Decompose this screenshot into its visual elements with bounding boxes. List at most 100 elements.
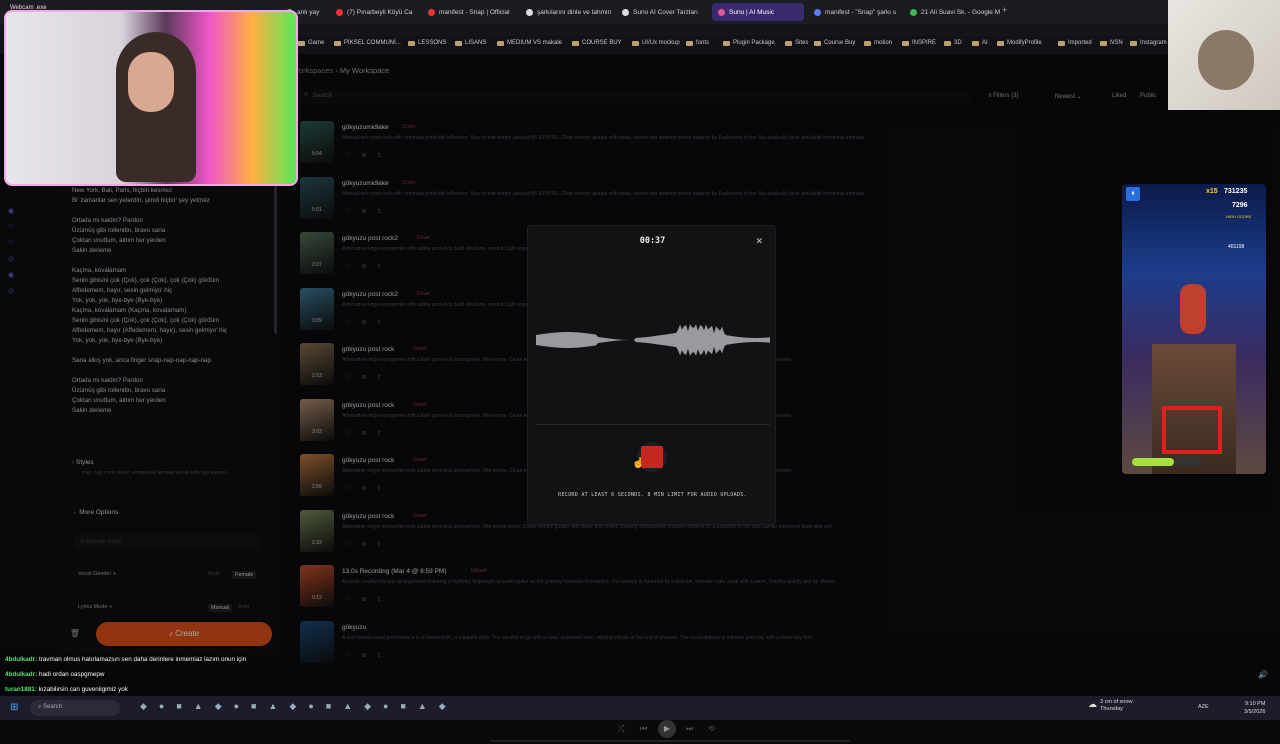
folder-icon (632, 40, 639, 46)
bookmark-item[interactable]: LESSONS (408, 40, 446, 46)
bookmark-label: INSPIRE (912, 40, 937, 46)
bookmark-label: Course Buy (824, 40, 856, 46)
bookmark-label: AI (982, 40, 988, 46)
bookmark-item[interactable]: 3D (944, 40, 962, 46)
high-score-label: HIGH SCORE (1226, 214, 1252, 219)
tab-favicon-icon (910, 8, 917, 16)
folder-icon (1058, 40, 1065, 46)
cat-body (1198, 30, 1254, 90)
bookmark-item[interactable]: INSPIRE (902, 40, 936, 46)
windows-taskbar: ⊞ ⌕ Search ◆●■▲◆●■▲◆●■▲◆●■▲◆ ☁ 3 cm of s… (0, 696, 1280, 720)
bookmark-item[interactable]: PİKSEL COMMUNİ... (334, 40, 401, 46)
cloud-icon: ☁ (1088, 699, 1097, 709)
folder-icon (572, 40, 579, 46)
bookmark-item[interactable]: MEDIUM VS makale (497, 40, 562, 46)
tab-label: 21 Ali Suavi Sk. - Google M (921, 8, 1000, 16)
play-button[interactable]: ▶ (658, 720, 676, 738)
bookmark-label: Plugin Package (733, 40, 775, 46)
folder-icon (334, 40, 341, 46)
weather-widget[interactable]: ☁ 3 cm of snow Thursday (1088, 699, 1132, 713)
game-multiplier: x15 (1206, 188, 1218, 195)
close-icon[interactable]: ✕ (755, 236, 763, 247)
game-score: 731235 (1224, 188, 1248, 195)
subway-surfers-game: ⏸ x15 731235 7296 HIGH SCORE 401198 (1122, 184, 1266, 474)
taskbar-apps[interactable]: ◆●■▲◆●■▲◆●■▲◆●■▲◆ (140, 701, 458, 712)
bookmark-label: LESSONS (418, 40, 447, 46)
recording-hint: RECORD AT LEAST 6 SECONDS. 8 MIN LIMIT F… (558, 492, 747, 498)
chat-text: kızabilirsin can guvenligimiz yok (38, 686, 128, 693)
bookmark-item[interactable]: fonts (686, 40, 709, 46)
chat-text: travman olmus hatırlamazsın sen daha der… (38, 656, 247, 663)
record-audio-modal: 00:37 ✕ ☝ RECORD AT LEAST 6 SECONDS. 8 M… (527, 225, 776, 525)
bookmark-label: ModifyProfile (1007, 40, 1042, 46)
bookmark-label: motion (874, 40, 893, 46)
waveform-shape (536, 324, 770, 356)
browser-tab[interactable]: Suno AI Cover Tarzları (616, 3, 708, 21)
bookmark-label: MEDIUM VS makale (507, 40, 563, 46)
browser-tab[interactable]: manifest - Snap | Official (422, 3, 516, 21)
bookmark-item[interactable]: Course Buy (814, 40, 855, 46)
weather-day: Thursday (1100, 706, 1123, 712)
folder-icon (972, 40, 979, 46)
tab-label: Suno | AI Music (729, 8, 775, 16)
new-tab-icon[interactable]: + (1002, 5, 1007, 15)
bookmark-label: COURSE BUY (582, 40, 622, 46)
webcam-overlay (4, 10, 298, 186)
next-icon[interactable]: ⏭ (686, 724, 693, 734)
folder-icon (455, 40, 462, 46)
folder-icon (408, 40, 415, 46)
folder-icon (497, 40, 504, 46)
chat-message: 4bdulkadr: hadi ordan oaspgmepw (0, 667, 300, 682)
tab-label: şarkılarını dinle ve tahmin (537, 8, 612, 16)
folder-icon (944, 40, 951, 46)
progress-track[interactable] (490, 740, 850, 742)
language-indicator[interactable]: AZE (1198, 704, 1209, 710)
pause-button[interactable]: ⏸ (1126, 187, 1140, 201)
bookmark-item[interactable]: AI (972, 40, 988, 46)
folder-icon (864, 40, 871, 46)
browser-tab[interactable]: şarkılarını dinle ve tahmin (520, 3, 612, 21)
chat-username: 4bdulkadr: (5, 671, 39, 678)
tab-label: manifest - "Snap" şarkı s (825, 8, 897, 16)
chat-message: turan1881: kızabilirsin can guvenligimiz… (0, 682, 300, 697)
bookmark-label: PİKSEL COMMUNİ... (344, 40, 401, 46)
bookmark-item[interactable]: LİSANS (455, 40, 486, 46)
bookmark-item[interactable]: Sites (785, 40, 808, 46)
browser-tab[interactable]: manifest - "Snap" şarkı s (808, 3, 900, 21)
tab-label: (7) Pınarbeyli Köyü Ca (347, 8, 413, 16)
browser-tab[interactable]: (7) Pınarbeyli Köyü Ca (330, 3, 420, 21)
bookmark-item[interactable]: motion (864, 40, 892, 46)
tab-label: anlı yay (297, 8, 320, 16)
shuffle-icon[interactable]: ⤮ (618, 724, 624, 734)
tab-favicon-icon (526, 8, 533, 16)
barrier (1162, 406, 1222, 454)
date: 3/5/2026 (1244, 709, 1266, 715)
bookmark-item[interactable]: COURSE BUY (572, 40, 622, 46)
bookmark-item[interactable]: UI/Ux mockup (632, 40, 680, 46)
browser-tab[interactable]: Suno | AI Music (712, 3, 804, 21)
previous-icon[interactable]: ⏮ (640, 724, 647, 734)
game-high-score: 401198 (1228, 244, 1245, 250)
bookmark-label: Instagram (1140, 40, 1167, 46)
modal-divider (536, 424, 770, 425)
bookmark-item[interactable]: Game (298, 40, 324, 46)
bookmark-item[interactable]: Plugin Package (723, 40, 775, 46)
bookmark-item[interactable]: Imported (1058, 40, 1092, 46)
chat-message: 4bdulkadr: travman olmus hatırlamazsın s… (0, 652, 300, 667)
windows-start-icon[interactable]: ⊞ (10, 702, 18, 713)
folder-icon (902, 40, 909, 46)
bookmark-item[interactable]: Instagram (1130, 40, 1167, 46)
browser-tab[interactable]: 21 Ali Suavi Sk. - Google M (904, 3, 1000, 21)
tab-favicon-icon (814, 8, 821, 16)
clock[interactable]: 9:10 PM 3/5/2026 (1244, 700, 1265, 716)
weather-text: 3 cm of snow (1100, 699, 1133, 705)
folder-icon (785, 40, 792, 46)
bookmark-item[interactable]: NSN (1100, 40, 1123, 46)
bookmark-item[interactable]: ModifyProfile (997, 40, 1042, 46)
face (128, 52, 174, 112)
cat-image (1168, 0, 1280, 110)
repeat-icon[interactable]: ⟲ (708, 724, 715, 733)
folder-icon (1100, 40, 1107, 46)
taskbar-search[interactable]: ⌕ Search (30, 700, 120, 716)
bookmark-label: fonts (696, 40, 710, 46)
